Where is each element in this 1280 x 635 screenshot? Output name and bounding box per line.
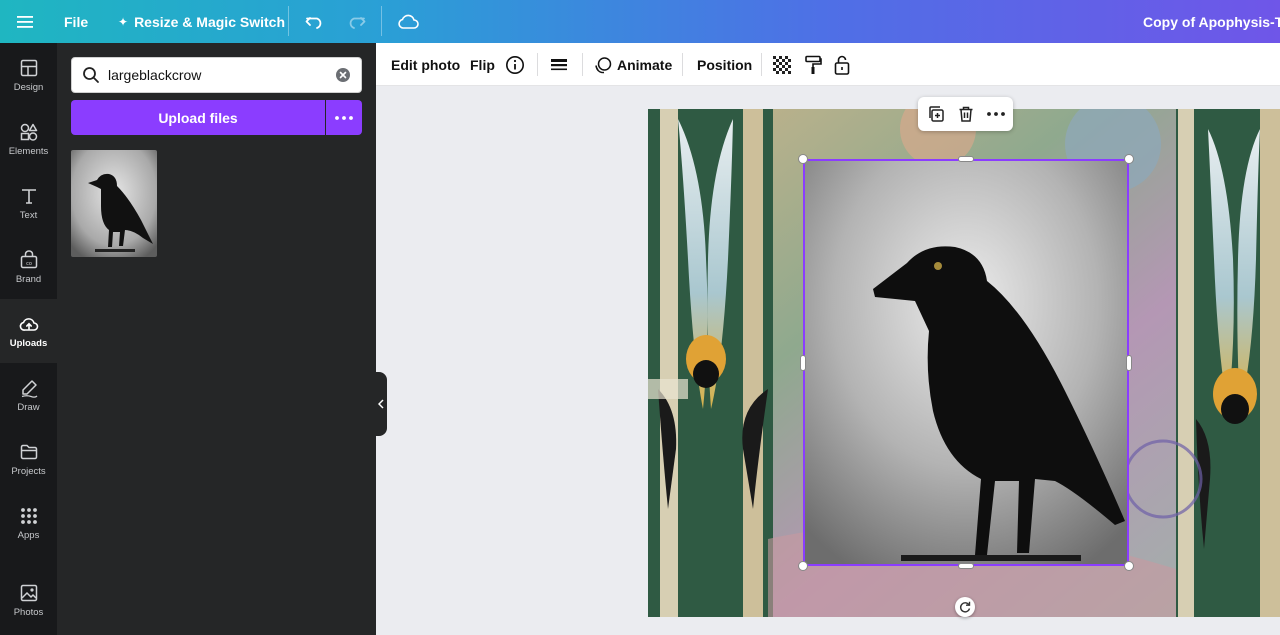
animate-label: Animate (617, 56, 673, 73)
divider (381, 6, 382, 36)
resize-label: Resize & Magic Switch (134, 13, 285, 30)
rail-item-uploads[interactable]: Uploads (0, 299, 57, 363)
transparency-icon[interactable] (773, 43, 791, 86)
rotate-icon (959, 601, 971, 613)
duplicate-icon[interactable] (927, 105, 945, 123)
resize-handle-bottom[interactable] (958, 563, 974, 569)
lock-icon[interactable] (834, 43, 850, 86)
divider (582, 53, 583, 76)
svg-text:co: co (26, 261, 32, 267)
top-bar: File ✦ Resize & Magic Switch Copy of Apo… (0, 0, 1280, 43)
divider (288, 6, 289, 36)
resize-handle-top-left[interactable] (798, 154, 808, 164)
upload-cloud-icon (19, 317, 38, 331)
hamburger-menu-icon[interactable] (16, 0, 34, 43)
upload-more-options-button[interactable] (326, 100, 362, 135)
rail-item-photos[interactable]: Photos (0, 568, 57, 632)
search-input[interactable]: largeblackcrow (108, 67, 201, 83)
resize-magic-switch-button[interactable]: ✦ Resize & Magic Switch (118, 0, 285, 43)
resize-handle-left[interactable] (800, 355, 806, 371)
resize-handle-bottom-left[interactable] (798, 561, 808, 571)
design-icon (20, 59, 37, 76)
uploaded-image-thumbnail[interactable] (71, 150, 157, 257)
element-floating-toolbar (918, 97, 1013, 131)
rail-label: Brand (15, 273, 42, 285)
apps-grid-icon (20, 507, 37, 524)
resize-handle-right[interactable] (1126, 355, 1132, 371)
search-box[interactable]: largeblackcrow (71, 57, 362, 93)
folder-icon (20, 444, 37, 459)
resize-handle-top-right[interactable] (1124, 154, 1134, 164)
crow-photo (805, 161, 1127, 564)
rail-item-projects[interactable]: Projects (0, 427, 57, 491)
animate-icon (595, 56, 612, 73)
rail-item-text[interactable]: Text (0, 171, 57, 235)
context-toolbar: Edit photo Flip Animate Position (376, 43, 1280, 86)
divider (537, 53, 538, 76)
redo-icon[interactable] (346, 0, 366, 43)
crow-thumbnail-image (71, 150, 157, 257)
resize-handle-top[interactable] (958, 156, 974, 162)
uploads-panel: largeblackcrow Upload files (57, 43, 376, 635)
draw-icon (21, 379, 37, 398)
left-rail: Design Elements Text co Brand Uploads Dr… (0, 43, 57, 635)
rail-label: Uploads (9, 337, 48, 349)
position-button[interactable]: Position (697, 43, 752, 86)
rail-label: Draw (17, 401, 40, 413)
rail-item-elements[interactable]: Elements (0, 107, 57, 171)
rail-label: Photos (13, 606, 44, 618)
clear-search-icon[interactable] (335, 67, 351, 83)
divider (682, 53, 683, 76)
rail-label: Apps (17, 529, 40, 541)
animate-button[interactable]: Animate (594, 43, 672, 86)
rail-item-draw[interactable]: Draw (0, 363, 57, 427)
rail-label: Elements (8, 145, 49, 157)
more-options-icon[interactable] (987, 112, 1005, 116)
border-style-icon[interactable] (550, 43, 568, 86)
trash-icon[interactable] (957, 105, 975, 123)
paint-roller-icon[interactable] (804, 43, 822, 86)
brand-icon: co (20, 249, 37, 268)
file-menu-button[interactable]: File (64, 0, 88, 43)
info-icon[interactable] (505, 43, 525, 86)
undo-icon[interactable] (305, 0, 325, 43)
selected-crow-image[interactable] (803, 159, 1129, 566)
elements-icon (20, 123, 37, 141)
rail-label: Design (13, 81, 44, 93)
photos-icon (20, 584, 37, 601)
rail-item-brand[interactable]: co Brand (0, 235, 57, 299)
more-dots-icon (335, 115, 353, 120)
resize-handle-bottom-right[interactable] (1124, 561, 1134, 571)
cloud-save-icon[interactable] (397, 0, 419, 43)
document-title[interactable]: Copy of Apophysis-The (1143, 0, 1280, 43)
collapse-panel-handle[interactable] (374, 372, 387, 436)
rail-item-apps[interactable]: Apps (0, 491, 57, 555)
divider (761, 53, 762, 76)
rail-item-design[interactable]: Design (0, 43, 57, 107)
flip-button[interactable]: Flip (470, 43, 495, 86)
chevron-left-icon (377, 399, 384, 409)
rail-label: Text (19, 209, 38, 221)
rotate-handle[interactable] (955, 597, 975, 617)
text-icon (21, 188, 36, 204)
edit-photo-button[interactable]: Edit photo (391, 43, 460, 86)
magic-sparkle-icon: ✦ (118, 14, 129, 29)
rail-label: Projects (11, 465, 46, 477)
upload-files-button[interactable]: Upload files (71, 100, 325, 135)
search-icon (83, 67, 99, 83)
